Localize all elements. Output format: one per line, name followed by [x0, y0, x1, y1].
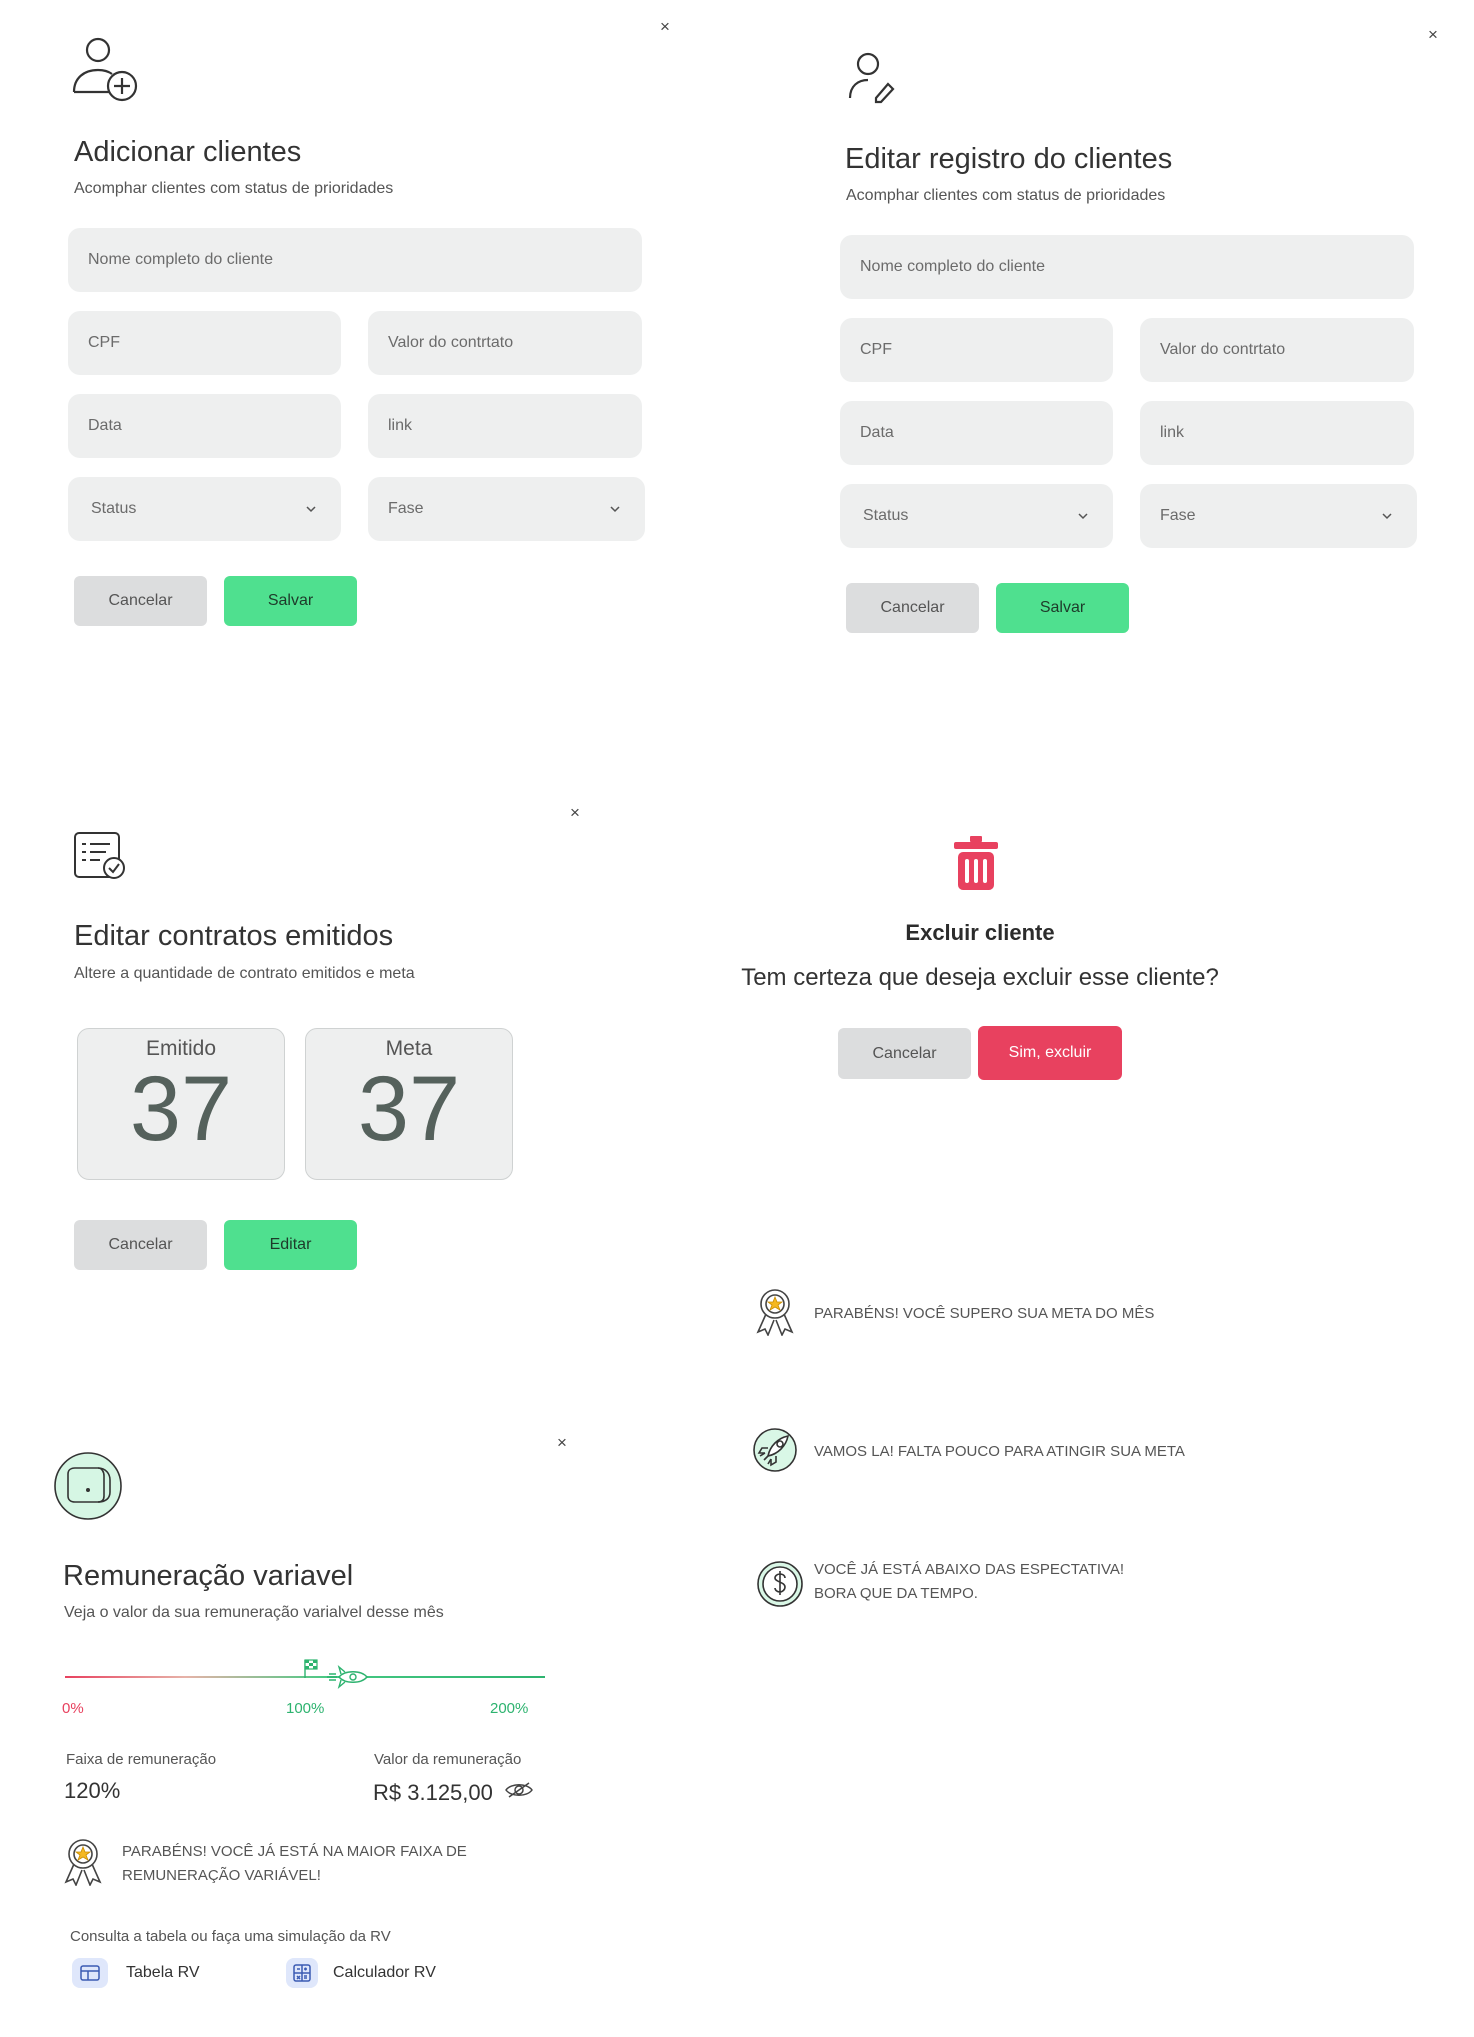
rocket-marker-icon — [327, 1665, 368, 1689]
page-title: Adicionar clientes — [74, 136, 302, 168]
select-value: Fase — [388, 500, 424, 517]
field-placeholder: Nome completo do cliente — [88, 251, 273, 268]
close-icon[interactable]: × — [570, 804, 580, 821]
calculator-icon — [286, 1958, 318, 1988]
dollar-icon — [756, 1560, 804, 1613]
field-placeholder: Valor do contrtato — [1160, 341, 1286, 358]
progress-mid-label: 100% — [286, 1700, 325, 1717]
issued-counter[interactable]: Emitido 37 — [77, 1028, 285, 1180]
close-icon[interactable]: × — [1428, 26, 1438, 43]
save-button[interactable]: Salvar — [996, 583, 1129, 633]
field-placeholder: CPF — [88, 334, 120, 351]
status-select[interactable]: Status — [68, 477, 341, 541]
message-line: BORA QUE DA TEMPO. — [814, 1585, 978, 1602]
phase-select[interactable]: Fase — [368, 477, 645, 541]
select-value: Fase — [1160, 507, 1196, 524]
page-title: Remuneração variavel — [63, 1560, 354, 1592]
chevron-down-icon — [609, 500, 621, 518]
user-edit-icon — [846, 52, 896, 109]
table-icon — [72, 1958, 108, 1988]
chevron-down-icon — [1077, 507, 1089, 525]
select-value: Status — [91, 500, 137, 517]
amount-value: R$ 3.125,00 — [373, 1780, 493, 1805]
client-name-input[interactable]: Nome completo do cliente — [840, 235, 1414, 299]
field-placeholder: CPF — [860, 341, 892, 358]
message-text: VOCÊ JÁ ESTÁ ABAIXO DAS ESPECTATIVA! BOR… — [814, 1558, 1124, 1606]
consult-text: Consulta a tabela ou faça uma simulação … — [70, 1928, 391, 1945]
rocket-icon — [750, 1426, 800, 1479]
field-placeholder: Nome completo do cliente — [860, 258, 1045, 275]
wallet-icon — [54, 1452, 122, 1525]
contract-value-input[interactable]: Valor do contrtato — [1140, 318, 1414, 382]
issued-value[interactable]: 37 — [78, 1063, 284, 1155]
delete-title: Excluir cliente — [905, 920, 1055, 945]
progress-max-label: 200% — [490, 1700, 529, 1717]
contract-check-icon — [72, 830, 128, 887]
page-title: Editar contratos emitidos — [74, 920, 394, 952]
cancel-button[interactable]: Cancelar — [74, 576, 207, 626]
field-placeholder: Data — [860, 424, 894, 441]
chevron-down-icon — [1381, 507, 1393, 525]
page-subtitle: Veja o valor da sua remuneração varialve… — [64, 1604, 444, 1621]
amount-label: Valor da remuneração — [374, 1751, 522, 1768]
field-placeholder: link — [388, 417, 413, 434]
message-text: PARABÉNS! VOCÊ SUPERO SUA META DO MÊS — [814, 1305, 1155, 1322]
flag-icon — [304, 1659, 318, 1678]
delete-question: Tem certeza que deseja excluir esse clie… — [741, 964, 1219, 991]
contract-value-input[interactable]: Valor do contrtato — [368, 311, 642, 375]
page-title: Editar registro do clientes — [845, 143, 1173, 175]
phase-select[interactable]: Fase — [1140, 484, 1417, 548]
medal-icon — [754, 1288, 796, 1341]
trash-icon — [952, 834, 1000, 897]
confirm-delete-button[interactable]: Sim, excluir — [978, 1026, 1122, 1080]
page-subtitle: Altere a quantidade de contrato emitidos… — [74, 965, 415, 982]
cancel-button[interactable]: Cancelar — [74, 1220, 207, 1270]
progress-min-label: 0% — [62, 1700, 84, 1717]
close-icon[interactable]: × — [557, 1434, 567, 1451]
date-input[interactable]: Data — [840, 401, 1113, 465]
status-select[interactable]: Status — [840, 484, 1113, 548]
edit-button[interactable]: Editar — [224, 1220, 357, 1270]
medal-icon — [62, 1838, 104, 1891]
eye-off-icon[interactable] — [504, 1780, 534, 1805]
cpf-input[interactable]: CPF — [840, 318, 1113, 382]
chevron-down-icon — [305, 500, 317, 518]
cancel-button[interactable]: Cancelar — [846, 583, 979, 633]
field-placeholder: Data — [88, 417, 122, 434]
message-line: VOCÊ JÁ ESTÁ ABAIXO DAS ESPECTATIVA! — [814, 1561, 1125, 1578]
page-subtitle: Acomphar clientes com status de priorida… — [74, 180, 394, 197]
date-input[interactable]: Data — [68, 394, 341, 458]
cancel-button[interactable]: Cancelar — [838, 1028, 971, 1079]
goal-value[interactable]: 37 — [306, 1063, 512, 1155]
save-button[interactable]: Salvar — [224, 576, 357, 626]
goal-counter[interactable]: Meta 37 — [305, 1028, 513, 1180]
message-line: PARABÉNS! VOCÊ JÁ ESTÁ NA MAIOR FAIXA DE — [122, 1843, 467, 1860]
cpf-input[interactable]: CPF — [68, 311, 341, 375]
page-subtitle: Acomphar clientes com status de priorida… — [846, 187, 1166, 204]
link-input[interactable]: link — [368, 394, 642, 458]
message-line: REMUNERAÇÃO VARIÁVEL! — [122, 1867, 321, 1884]
range-value: 120% — [64, 1778, 121, 1803]
select-value: Status — [863, 507, 909, 524]
congrats-message: PARABÉNS! VOCÊ JÁ ESTÁ NA MAIOR FAIXA DE… — [122, 1840, 467, 1888]
field-placeholder: link — [1160, 424, 1185, 441]
client-name-input[interactable]: Nome completo do cliente — [68, 228, 642, 292]
range-label: Faixa de remuneração — [66, 1751, 217, 1768]
user-add-icon — [70, 36, 140, 107]
link-input[interactable]: link — [1140, 401, 1414, 465]
close-icon[interactable]: × — [660, 18, 670, 35]
calculator-rv-label[interactable]: Calculador RV — [333, 1964, 436, 1982]
field-placeholder: Valor do contrtato — [388, 334, 514, 351]
message-text: VAMOS LA! FALTA POUCO PARA ATINGIR SUA M… — [814, 1443, 1185, 1460]
table-rv-label[interactable]: Tabela RV — [126, 1964, 200, 1982]
